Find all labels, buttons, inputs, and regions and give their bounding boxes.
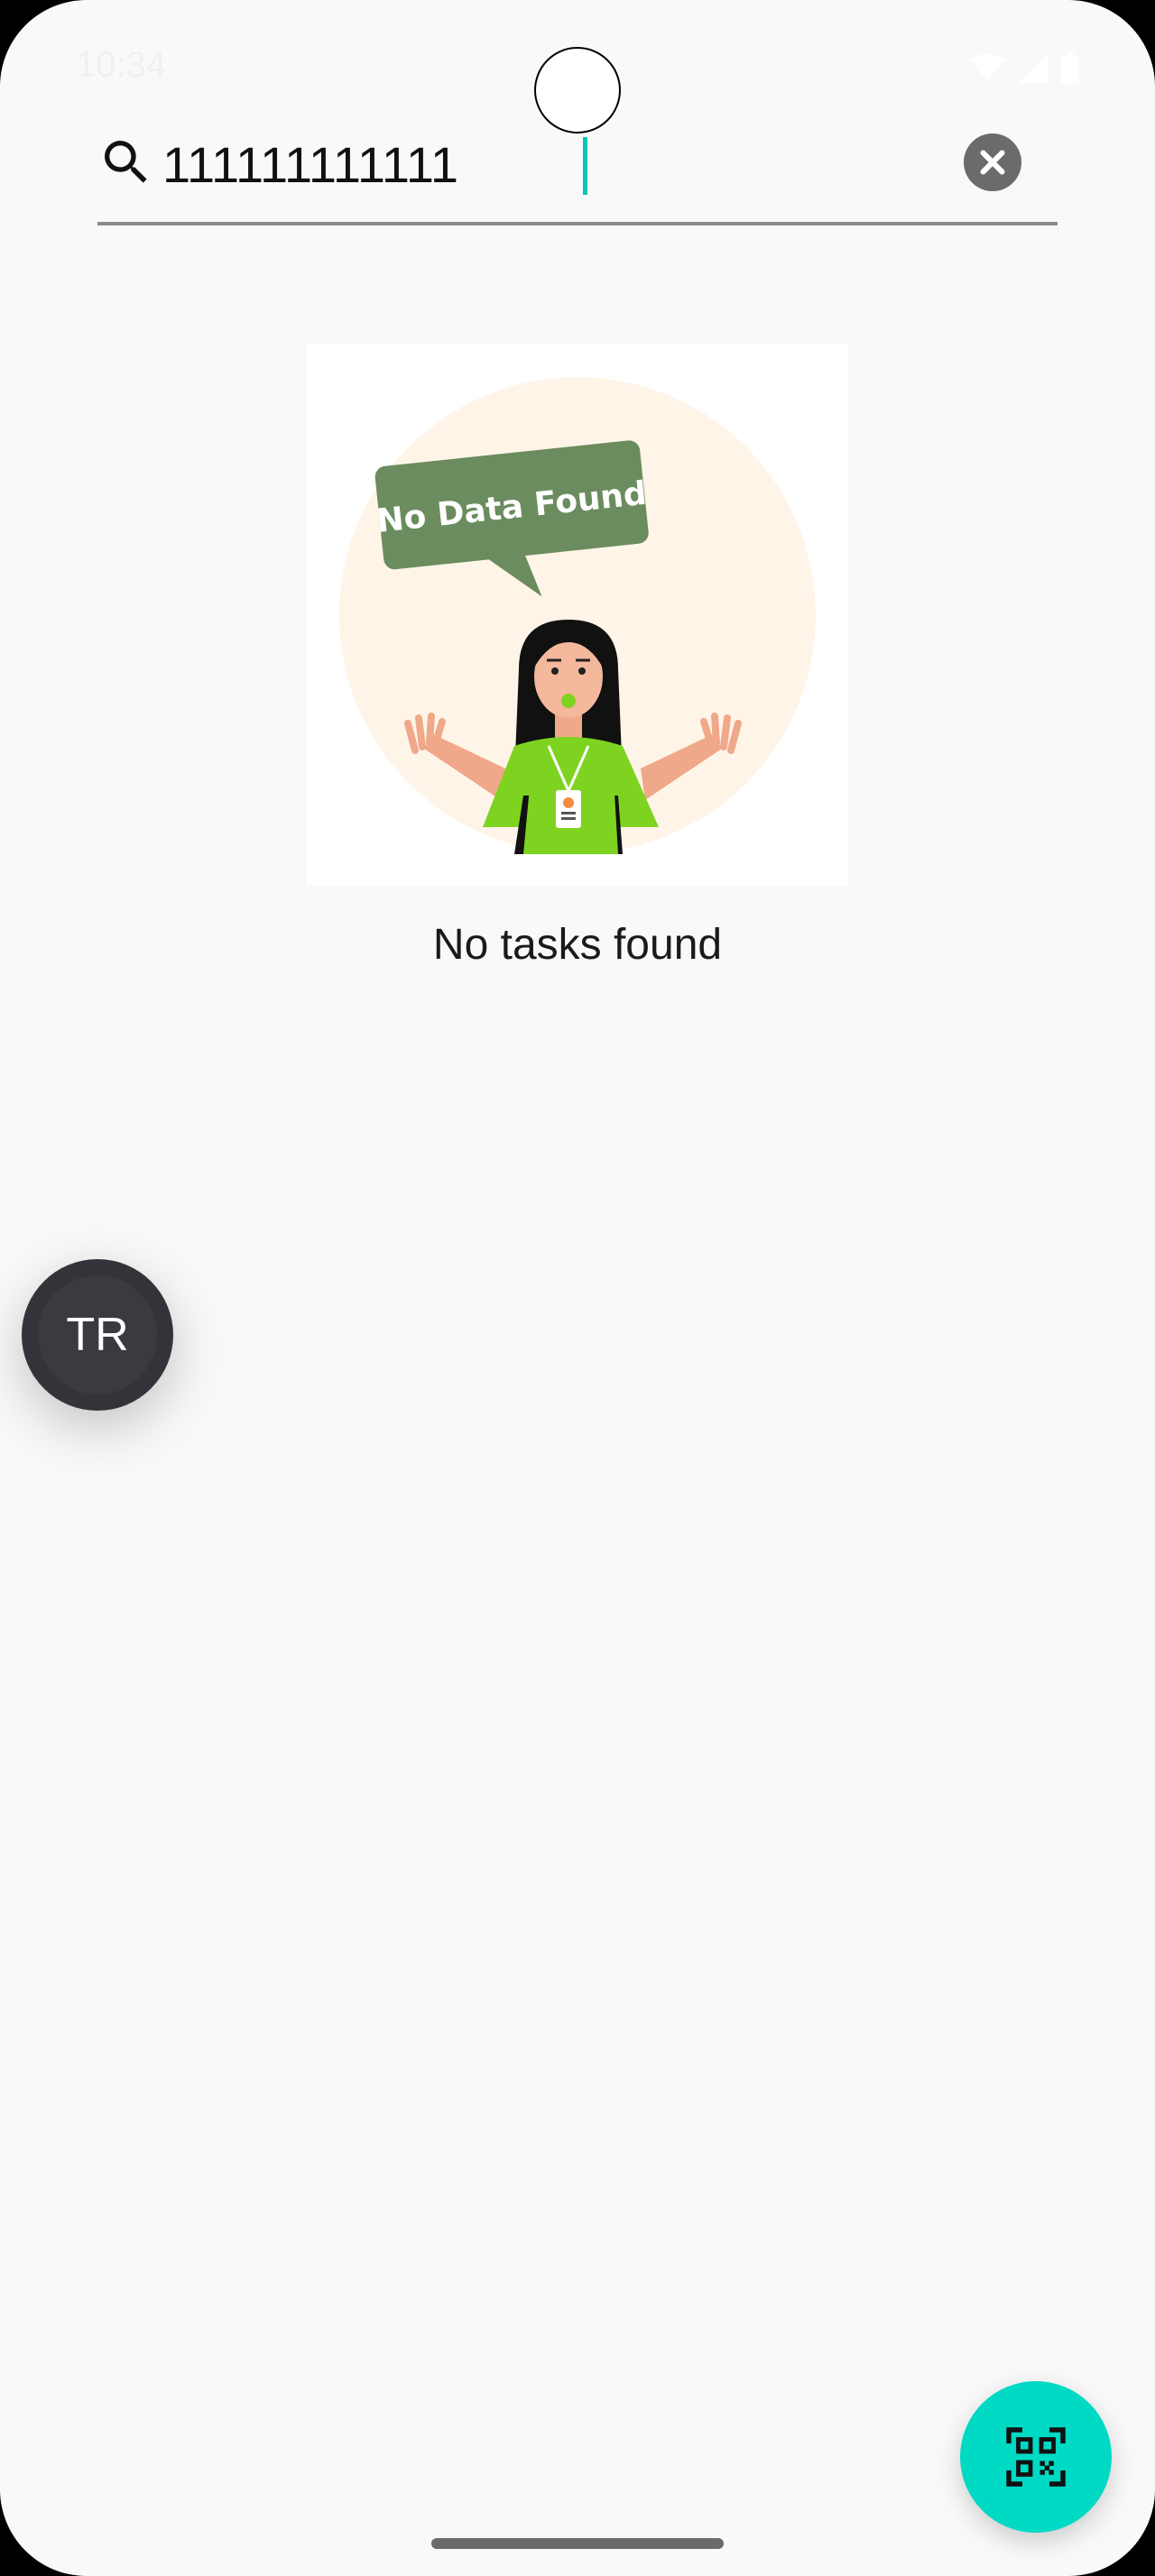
- status-time: 10:34: [76, 45, 167, 85]
- qr-scan-icon: [1006, 2427, 1066, 2487]
- search-input[interactable]: [162, 126, 975, 202]
- status-bar: 10:34: [0, 0, 1155, 135]
- wifi-icon: [969, 54, 1005, 81]
- status-icons: [969, 52, 1079, 85]
- close-icon: [980, 150, 1005, 175]
- qr-scan-button[interactable]: [960, 2381, 1112, 2533]
- search-bar: [97, 117, 1058, 225]
- cellular-signal-icon: [1018, 54, 1049, 83]
- search-icon: [105, 141, 147, 183]
- avatar-initials: TR: [38, 1275, 157, 1394]
- user-avatar-button[interactable]: TR: [22, 1259, 173, 1411]
- text-caret: [583, 137, 587, 195]
- no-data-illustration: No Data Found: [307, 345, 848, 886]
- battery-icon: [1061, 52, 1079, 85]
- no-data-illustration-art: No Data Found: [339, 377, 816, 854]
- app-screen: 10:34 111111111111 No Data Found No task…: [0, 0, 1155, 2576]
- clear-search-button[interactable]: [964, 133, 1021, 191]
- home-indicator[interactable]: [431, 2538, 724, 2549]
- empty-state-message: No tasks found: [432, 921, 723, 969]
